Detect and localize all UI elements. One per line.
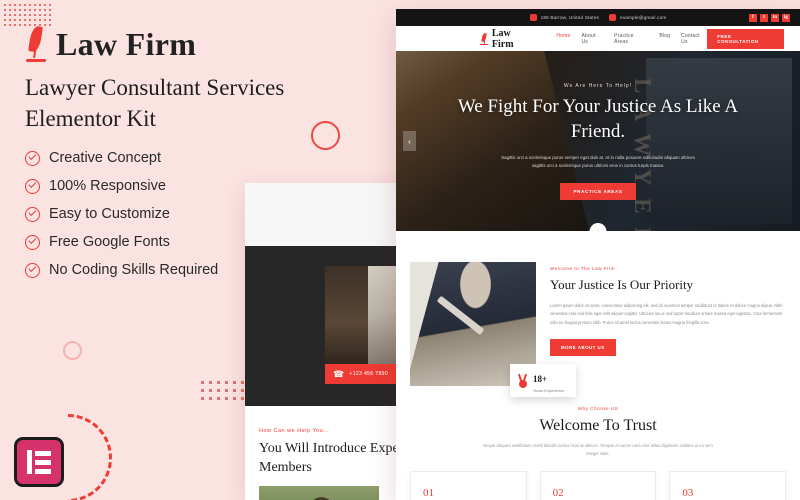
- phone-number: +123 456 7890: [349, 371, 388, 377]
- decorative-circle-small: [63, 341, 82, 360]
- elementor-horizontal-bars: [35, 450, 51, 474]
- quill-pen-icon: [25, 24, 47, 64]
- nav-item-contact-us[interactable]: Contact Us: [681, 33, 707, 45]
- about-title: Your Justice Is Our Priority: [550, 277, 694, 292]
- linkedin-icon[interactable]: in: [771, 13, 779, 22]
- location-pin-icon: [529, 14, 537, 21]
- trust-card-number: 03: [682, 487, 694, 500]
- social-links: f t in ig: [749, 13, 790, 22]
- brand-lockup: Law Firm: [25, 24, 325, 64]
- check-circle-icon: [25, 234, 40, 250]
- elementor-logo-icon: [14, 437, 64, 487]
- list-item[interactable]: 02: [539, 471, 657, 500]
- envelope-icon: [609, 14, 616, 21]
- about-section: 18+ Years Experience Welcome to The Law …: [396, 231, 800, 397]
- trust-card-number: 01: [423, 487, 434, 500]
- hero-subtitle: Sagittis orci a scelerisque purus semper…: [501, 154, 695, 169]
- dot-grid-middle: [201, 381, 249, 405]
- about-body: Welcome to The Law Firm Your Justice Is …: [550, 262, 786, 386]
- about-eyebrow: Welcome to The Law Firm: [550, 266, 615, 271]
- feature-label: Creative Concept: [49, 150, 162, 167]
- phone-icon: ☎: [333, 368, 345, 379]
- address-info: 188 Barrow, United States: [529, 14, 599, 21]
- hero-eyebrow: We Are Here To Help!: [563, 82, 633, 89]
- trust-card-number: 02: [552, 487, 564, 500]
- site-navbar: Law Firm Home About Us Practice Areas Bl…: [396, 26, 800, 51]
- feature-label: No Coding Skills Required: [49, 262, 219, 279]
- trust-paragraph: Neque aliquam vestibulum morbi blandit c…: [483, 443, 713, 457]
- nav-item-practice-areas[interactable]: Practice Areas: [614, 33, 648, 45]
- trust-section: Why Choose US Welcome To Trust Neque ali…: [396, 386, 800, 500]
- about-paragraph: Lorem ipsum dolor sit amet, consectetur …: [550, 303, 783, 325]
- check-circle-icon: [25, 150, 40, 166]
- experience-caption: Years Experience: [533, 387, 565, 393]
- nav-item-about-us[interactable]: About Us: [581, 33, 603, 45]
- email-info[interactable]: example@gmail.com: [609, 14, 666, 21]
- instagram-icon[interactable]: ig: [782, 13, 790, 22]
- brand-title: Law Firm: [56, 25, 197, 62]
- page-title: Lawyer Consultant Services Elementor Kit: [25, 75, 285, 132]
- experience-badge: 18+ Years Experience: [510, 364, 576, 397]
- check-circle-icon: [25, 206, 40, 222]
- list-item: Creative Concept: [25, 150, 325, 166]
- address-text: 188 Barrow, United States: [540, 15, 599, 20]
- nav-item-home[interactable]: Home: [556, 33, 570, 45]
- hero-title: We Fight For Your Justice As Like A Frie…: [457, 95, 739, 143]
- practice-areas-button[interactable]: PRACTICE AREAS: [560, 182, 636, 200]
- feature-label: Free Google Fonts: [49, 234, 170, 251]
- trust-card-list: 01 02 03: [410, 471, 787, 500]
- nav-brand-label: Law Firm: [491, 27, 514, 50]
- team-member-photo: [259, 485, 379, 500]
- check-circle-icon: [25, 178, 40, 194]
- site-topbar: 188 Barrow, United States example@gmail.…: [396, 9, 800, 26]
- hero-section: We Are Here To Help! We Fight For Your J…: [396, 51, 800, 231]
- facebook-icon[interactable]: f: [749, 13, 757, 22]
- quill-pen-icon: [480, 32, 488, 46]
- trust-title: Welcome To Trust: [539, 417, 657, 434]
- list-item[interactable]: 03: [669, 471, 787, 500]
- experience-years: 18+: [533, 373, 548, 384]
- free-consultation-button[interactable]: FREE CONSULTATION: [707, 28, 784, 49]
- more-about-us-button[interactable]: MORE ABOUT US: [550, 339, 616, 357]
- experience-badge-text: 18+ Years Experience: [533, 369, 564, 393]
- nav-menu: Home About Us Practice Areas Blog Contac…: [556, 33, 707, 45]
- list-item[interactable]: 01: [410, 471, 527, 500]
- medal-award-icon: [517, 373, 528, 388]
- slider-prev-arrow-icon[interactable]: ‹: [403, 131, 416, 151]
- nav-item-blog[interactable]: Blog: [659, 33, 670, 45]
- hero-content: We Are Here To Help! We Fight For Your J…: [396, 51, 800, 231]
- about-photo-wrapper: 18+ Years Experience: [410, 262, 576, 397]
- mockup-primary-page: 188 Barrow, United States example@gmail.…: [396, 9, 800, 500]
- feature-label: Easy to Customize: [49, 206, 170, 223]
- nav-brand[interactable]: Law Firm: [480, 28, 534, 50]
- twitter-icon[interactable]: t: [760, 13, 768, 22]
- elementor-vertical-bar: [27, 450, 32, 474]
- check-circle-icon: [25, 262, 40, 278]
- email-text: example@gmail.com: [620, 15, 667, 20]
- trust-eyebrow: Why Choose US: [577, 406, 619, 411]
- feature-label: 100% Responsive: [49, 178, 166, 195]
